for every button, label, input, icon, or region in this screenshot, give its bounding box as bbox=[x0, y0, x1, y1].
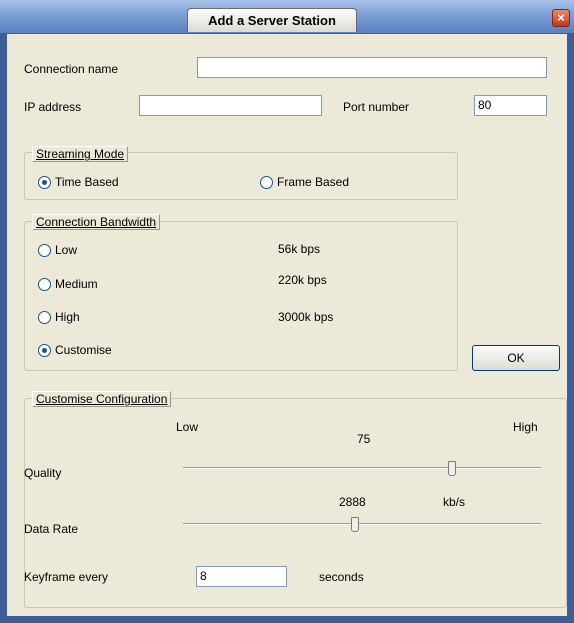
quality-label: Quality bbox=[24, 466, 62, 480]
radio-time-based-label: Time Based bbox=[55, 175, 119, 189]
port-number-label: Port number bbox=[343, 100, 410, 114]
title-bar[interactable]: Add a Server Station × bbox=[0, 0, 574, 34]
streaming-mode-legend: Streaming Mode bbox=[32, 146, 129, 162]
data-rate-slider-track[interactable] bbox=[183, 523, 541, 525]
radio-unselected-icon bbox=[260, 175, 273, 189]
radio-high-label: High bbox=[55, 310, 80, 324]
radio-unselected-icon bbox=[38, 277, 51, 291]
data-rate-slider-thumb[interactable] bbox=[350, 517, 359, 532]
slider-high-label: High bbox=[513, 420, 538, 434]
connection-name-input[interactable] bbox=[197, 57, 547, 78]
radio-unselected-icon bbox=[38, 243, 51, 257]
customise-configuration-legend: Customise Configuration bbox=[32, 391, 172, 407]
low-rate-text: 56k bps bbox=[278, 242, 321, 256]
ip-address-input[interactable] bbox=[139, 95, 322, 116]
connection-bandwidth-legend: Connection Bandwidth bbox=[32, 214, 161, 230]
keyframe-unit-text: seconds bbox=[319, 570, 364, 584]
data-rate-label: Data Rate bbox=[24, 522, 79, 536]
radio-time-based[interactable]: Time Based bbox=[38, 175, 119, 189]
radio-unselected-icon bbox=[38, 310, 51, 324]
data-rate-value-text: 2888 bbox=[339, 495, 366, 509]
radio-selected-icon bbox=[38, 175, 51, 189]
slider-low-label: Low bbox=[176, 420, 199, 434]
radio-frame-based-label: Frame Based bbox=[277, 175, 350, 189]
high-rate-text: 3000k bps bbox=[278, 310, 334, 324]
radio-medium-label: Medium bbox=[55, 277, 98, 291]
keyframe-label: Keyframe every bbox=[24, 570, 109, 584]
radio-low-label: Low bbox=[55, 243, 78, 257]
window-title: Add a Server Station bbox=[187, 8, 357, 32]
port-number-input[interactable]: 80 bbox=[474, 95, 547, 116]
data-rate-unit-text: kb/s bbox=[443, 495, 466, 509]
radio-customise-label: Customise bbox=[55, 343, 112, 357]
radio-medium[interactable]: Medium bbox=[38, 277, 98, 291]
keyframe-input[interactable]: 8 bbox=[196, 566, 287, 587]
radio-customise[interactable]: Customise bbox=[38, 343, 112, 357]
quality-slider-thumb[interactable] bbox=[447, 461, 456, 476]
radio-low[interactable]: Low bbox=[38, 243, 77, 257]
medium-rate-text: 220k bps bbox=[278, 273, 327, 287]
quality-slider-track[interactable] bbox=[183, 467, 541, 469]
close-button[interactable]: × bbox=[552, 9, 570, 27]
radio-frame-based[interactable]: Frame Based bbox=[260, 175, 349, 189]
ok-button[interactable]: OK bbox=[472, 345, 560, 371]
connection-name-label: Connection name bbox=[24, 62, 119, 76]
ip-address-label: IP address bbox=[24, 100, 82, 114]
quality-value-text: 75 bbox=[357, 432, 371, 446]
radio-high[interactable]: High bbox=[38, 310, 80, 324]
radio-selected-icon bbox=[38, 343, 51, 357]
